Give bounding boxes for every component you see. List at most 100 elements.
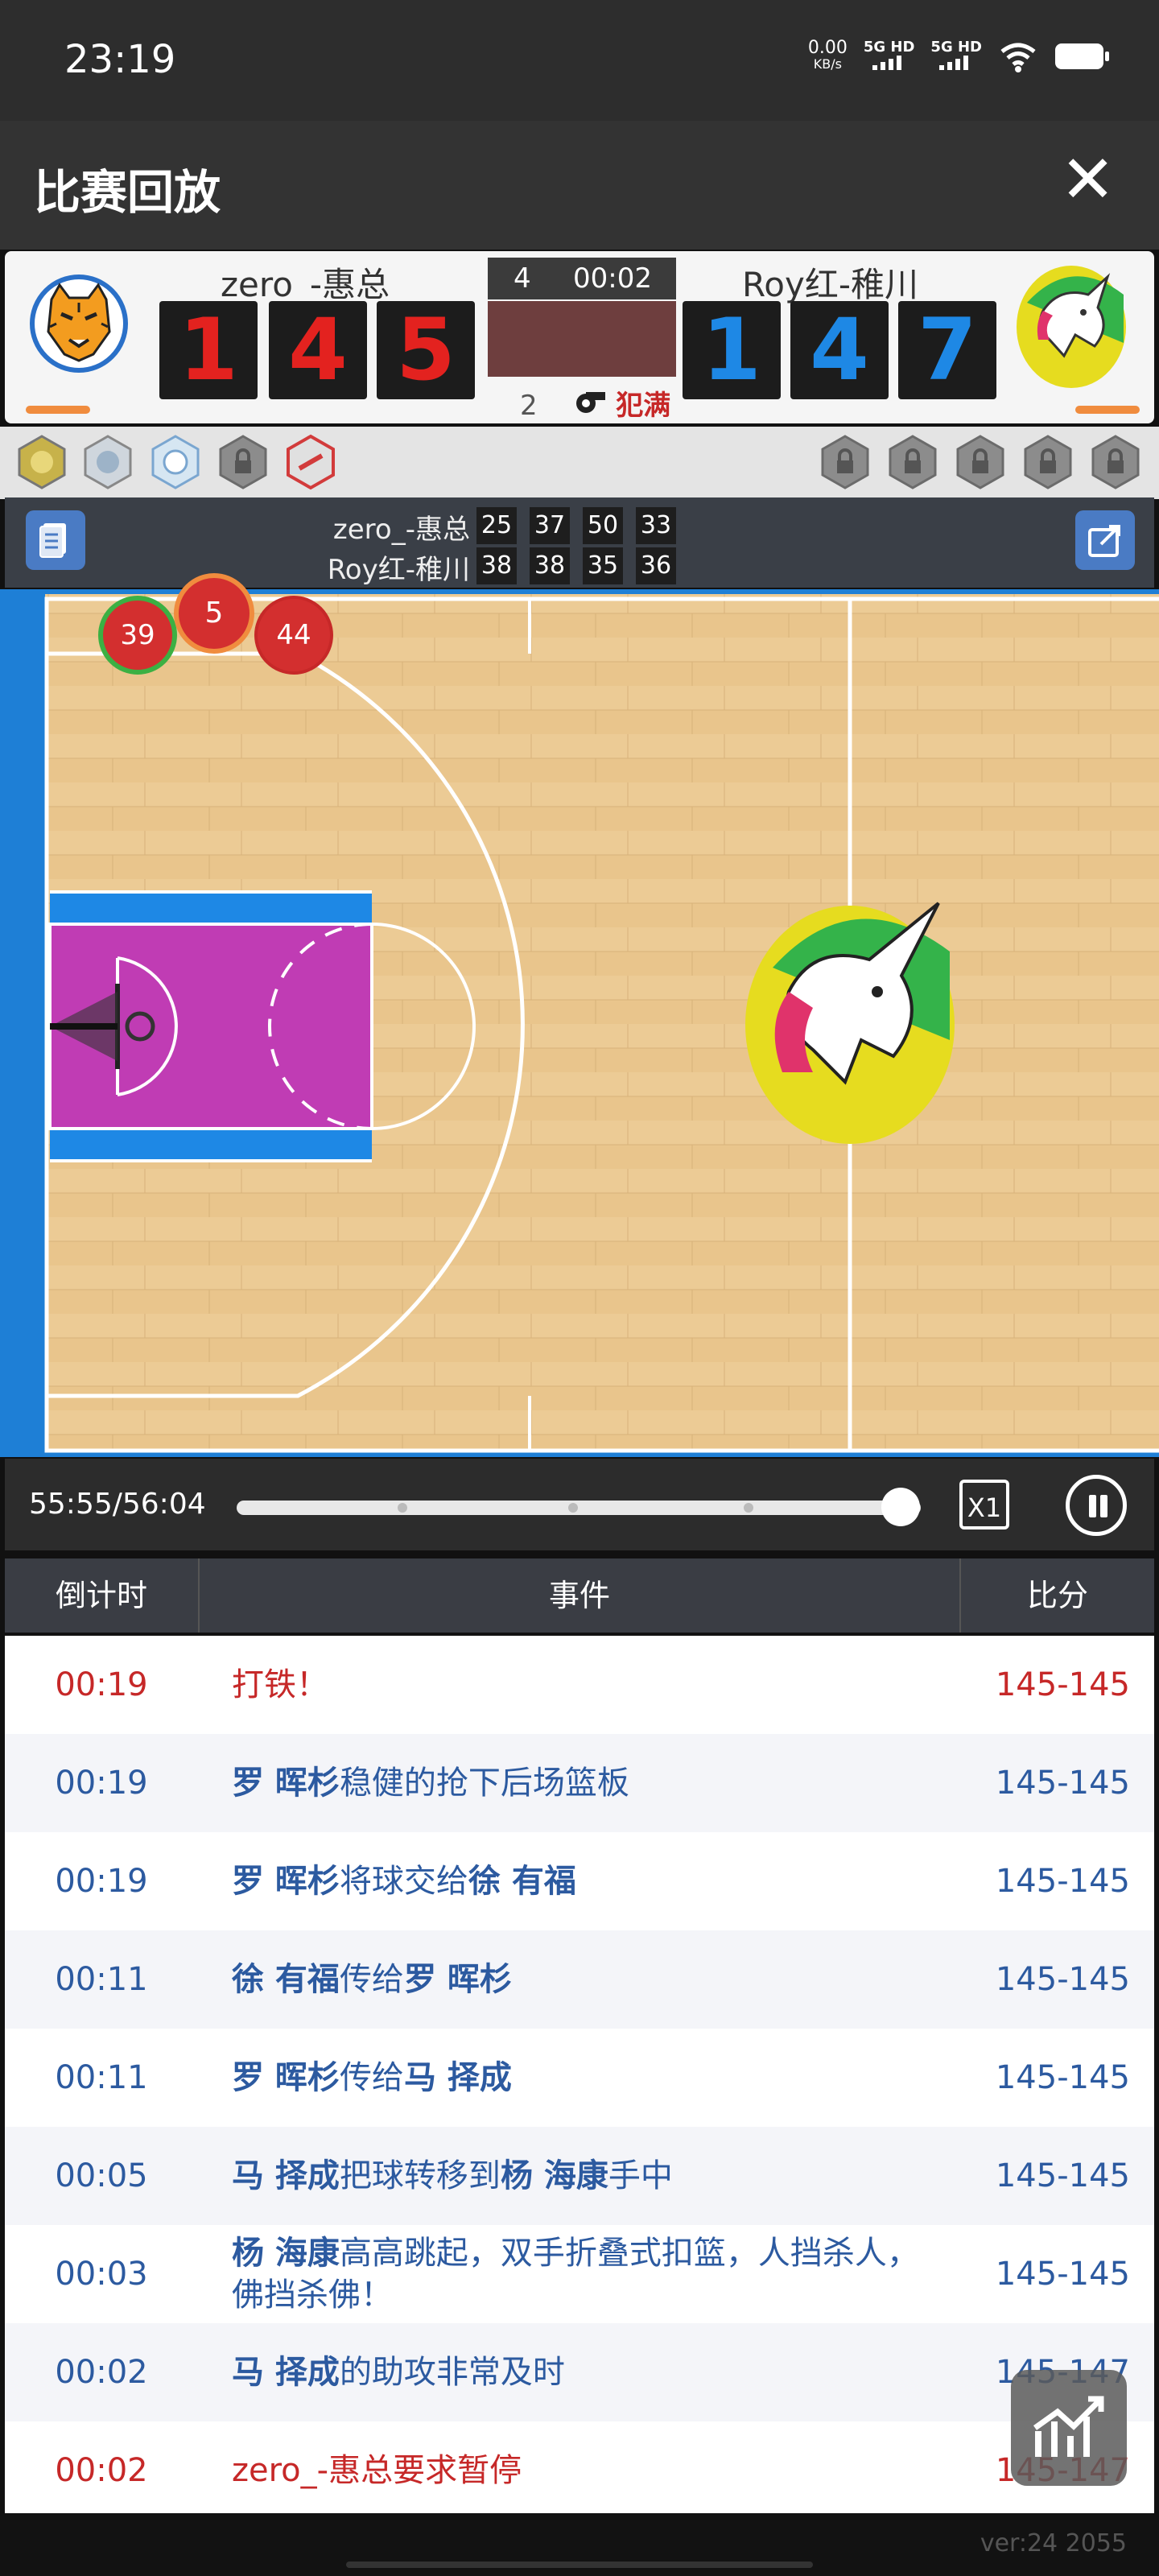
event-phrase: 传给 bbox=[339, 2059, 404, 2096]
signal-1: 5G HD bbox=[864, 39, 914, 74]
event-text-content: 罗 晖杉将球交给徐 有福 bbox=[232, 1860, 576, 1902]
column-header-score: 比分 bbox=[1026, 1578, 1088, 1613]
title-bar: 比赛回放 ✕ bbox=[0, 121, 1159, 250]
locked-badge-icon[interactable] bbox=[951, 433, 1009, 491]
game-clock-box: 4 00:02 bbox=[488, 258, 676, 299]
player-name: 马 择成 bbox=[403, 2059, 512, 2096]
quarter-score: 50 bbox=[583, 507, 623, 544]
home-team-logo-icon bbox=[30, 275, 128, 373]
page-title: 比赛回放 bbox=[34, 165, 221, 220]
home-score-digit: 5 bbox=[377, 301, 475, 399]
court-svg bbox=[0, 589, 1159, 1457]
signal-2: 5G HD bbox=[930, 39, 982, 74]
badge-icon[interactable] bbox=[79, 433, 137, 491]
event-time: 00:03 bbox=[55, 2256, 148, 2293]
progress-marker bbox=[398, 1503, 407, 1513]
player-number: 44 bbox=[276, 619, 311, 651]
home-gesture-bar[interactable] bbox=[346, 2562, 813, 2568]
player-name: 徐 有福 bbox=[468, 1863, 576, 1900]
player-token[interactable]: 5 bbox=[174, 573, 254, 654]
away-team-name: Roy红-稚川 bbox=[742, 265, 919, 304]
event-phrase: 稳健的抢下后场篮板 bbox=[339, 1765, 629, 1802]
event-phrase: 传给 bbox=[339, 1961, 404, 1998]
event-score: 145-145 bbox=[995, 1863, 1130, 1900]
player-name: 马 择成 bbox=[232, 2157, 340, 2194]
player-name: 罗 晖杉 bbox=[232, 2059, 340, 2096]
locked-badge-icon[interactable] bbox=[884, 433, 942, 491]
player-name: 杨 海康 bbox=[232, 2235, 340, 2272]
event-phrase: 将球交给 bbox=[339, 1863, 468, 1900]
trend-chart-button[interactable] bbox=[1011, 2370, 1127, 2486]
locked-badge-icon[interactable] bbox=[1019, 433, 1077, 491]
player-number: 5 bbox=[204, 597, 224, 630]
player-token[interactable]: 39 bbox=[98, 596, 177, 675]
badge-icon[interactable] bbox=[13, 433, 71, 491]
home-team-name: zero_-惠总 bbox=[221, 265, 390, 304]
events-table-header: 倒计时 事件 比分 bbox=[5, 1558, 1154, 1633]
event-text-content: 罗 晖杉稳健的抢下后场篮板 bbox=[232, 1762, 629, 1804]
quarter-away-name: Roy红-稚川 bbox=[327, 554, 470, 586]
event-phrase: 手中 bbox=[608, 2157, 673, 2194]
event-phrase: 的助攻非常及时 bbox=[339, 2354, 565, 2391]
event-text: 打铁！ bbox=[232, 1636, 940, 1734]
player-name: 马 择成 bbox=[232, 2354, 340, 2391]
quarter-score: 36 bbox=[636, 547, 676, 584]
away-indicator bbox=[1075, 406, 1140, 414]
quarter-score: 38 bbox=[476, 547, 517, 584]
team-fouls: 2 bbox=[520, 390, 538, 422]
badge-icon[interactable] bbox=[146, 433, 204, 491]
event-text-content: 马 择成的助攻非常及时 bbox=[232, 2351, 565, 2393]
whistle-icon bbox=[575, 387, 607, 422]
player-name: 罗 晖杉 bbox=[403, 1961, 512, 1998]
share-button[interactable] bbox=[1075, 510, 1135, 570]
event-text: 罗 晖杉稳健的抢下后场篮板 bbox=[232, 1734, 940, 1832]
event-phrase: 把球转移到 bbox=[339, 2157, 501, 2194]
playback-bar: 55:55/56:04 X1 bbox=[5, 1459, 1154, 1550]
progress-handle[interactable] bbox=[881, 1488, 920, 1526]
close-button[interactable]: ✕ bbox=[1060, 147, 1116, 213]
trend-chart-icon bbox=[1033, 2396, 1104, 2457]
event-row: 00:11 罗 晖杉传给马 择成 145-145 bbox=[5, 2029, 1154, 2127]
locked-badge-icon[interactable] bbox=[214, 433, 272, 491]
event-time: 00:19 bbox=[55, 1666, 148, 1703]
stats-button[interactable] bbox=[26, 510, 85, 570]
status-time: 23:19 bbox=[64, 37, 176, 82]
pause-button[interactable] bbox=[1066, 1475, 1127, 1536]
progress-slider[interactable] bbox=[237, 1501, 921, 1515]
event-row: 00:11 徐 有福传给罗 晖杉 145-145 bbox=[5, 1930, 1154, 2029]
event-text: 马 择成把球转移到杨 海康手中 bbox=[232, 2127, 940, 2225]
progress-marker bbox=[568, 1503, 578, 1513]
player-number: 39 bbox=[120, 619, 155, 651]
version-label: ver:24 2055 bbox=[980, 2529, 1127, 2557]
event-row: 00:03 杨 海康高高跳起，双手折叠式扣篮，人挡杀人，佛挡杀佛！ 145-145 bbox=[5, 2225, 1154, 2323]
away-score-digit: 1 bbox=[683, 301, 781, 399]
quarter-scores: zero_-惠总 25 37 50 33 Roy红-稚川 38 38 35 36 bbox=[5, 497, 1154, 588]
event-score: 145-145 bbox=[995, 1765, 1130, 1802]
event-text: 罗 晖杉传给马 择成 bbox=[232, 2029, 940, 2127]
speed-button[interactable]: X1 bbox=[959, 1480, 1009, 1530]
quarter-score: 35 bbox=[583, 547, 623, 584]
event-text: 杨 海康高高跳起，双手折叠式扣篮，人挡杀人，佛挡杀佛！ bbox=[232, 2225, 940, 2323]
event-time: 00:19 bbox=[55, 1765, 148, 1802]
locked-badge-icon[interactable] bbox=[816, 433, 874, 491]
badge-icon[interactable] bbox=[282, 433, 340, 491]
event-score: 145-145 bbox=[995, 2157, 1130, 2194]
event-time: 00:11 bbox=[55, 1961, 148, 1998]
event-row: 00:19 罗 晖杉将球交给徐 有福 145-145 bbox=[5, 1832, 1154, 1930]
game-clock: 00:02 bbox=[573, 262, 652, 295]
event-score: 145-145 bbox=[995, 2256, 1130, 2293]
progress-marker bbox=[744, 1503, 753, 1513]
wifi-icon bbox=[1000, 43, 1036, 72]
event-time: 00:11 bbox=[55, 2059, 148, 2096]
away-score-digit: 7 bbox=[898, 301, 996, 399]
event-text-content: 马 择成把球转移到杨 海康手中 bbox=[232, 2155, 673, 2197]
event-text-content: 杨 海康高高跳起，双手折叠式扣篮，人挡杀人，佛挡杀佛！ bbox=[232, 2232, 940, 2316]
locked-badge-icon[interactable] bbox=[1087, 433, 1145, 491]
event-row: 00:05 马 择成把球转移到杨 海康手中 145-145 bbox=[5, 2127, 1154, 2225]
bonus-label: 犯满 bbox=[616, 390, 671, 422]
event-row: 00:19 罗 晖杉稳健的抢下后场篮板 145-145 bbox=[5, 1734, 1154, 1832]
away-score-digit: 4 bbox=[790, 301, 889, 399]
status-bar: 23:19 0.00 KB/s 5G HD 5G HD bbox=[0, 0, 1159, 121]
event-text-content: 罗 晖杉传给马 择成 bbox=[232, 2057, 512, 2099]
player-token[interactable]: 44 bbox=[254, 596, 333, 675]
